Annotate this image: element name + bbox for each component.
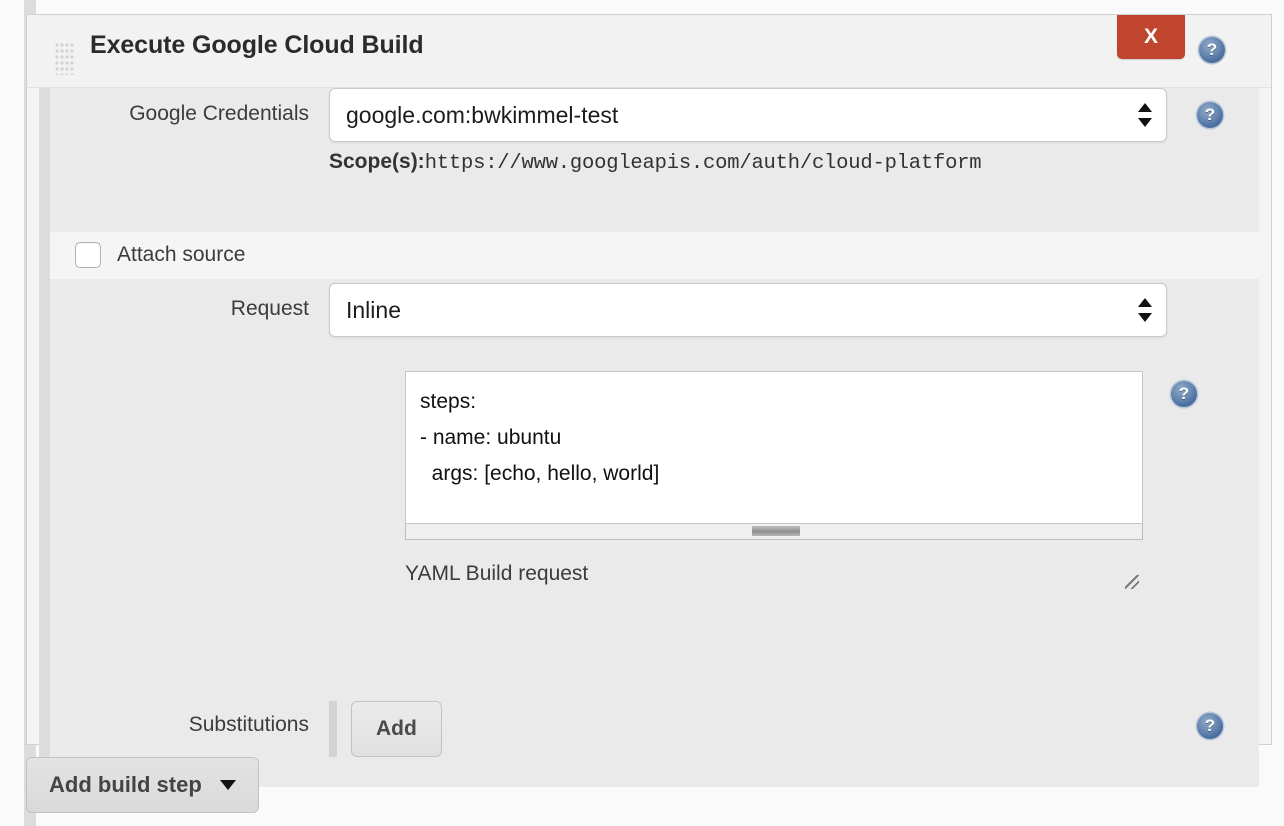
page-title: Execute Google Cloud Build [90,31,424,59]
yaml-request-caption: YAML Build request [405,562,589,585]
google-credentials-value: google.com:bwkimmel-test [346,102,619,128]
select-spinner-icon[interactable] [1138,101,1152,129]
yaml-request-textarea[interactable]: steps: - name: ubuntu args: [echo, hello… [405,371,1143,524]
label-google-credentials: Google Credentials [129,102,309,125]
close-button[interactable]: X [1117,15,1185,59]
build-step-rows: Google Credentials google.com:bwkimmel-t… [39,88,1259,787]
add-substitution-button[interactable]: Add [351,701,442,757]
request-value: Inline [346,297,401,323]
drag-handle-icon[interactable] [55,43,75,75]
request-select[interactable]: Inline [329,283,1167,337]
select-spinner-icon[interactable] [1138,296,1152,324]
label-request: Request [230,297,309,320]
scrollbar-thumb[interactable] [751,526,800,536]
row-request: Request Inline steps: - name: ubuntu arg… [39,279,1259,693]
request-body: Inline steps: - name: ubuntu args: [echo… [329,279,1197,592]
row-attach-source: Attach source [39,232,1259,279]
row-help-substitutions [1197,693,1259,739]
row-rail [39,232,50,279]
scope-line: Scope(s):https://www.googleapis.com/auth… [329,142,1197,191]
textarea-horizontal-scrollbar[interactable] [405,524,1143,540]
help-icon-request[interactable] [1171,381,1197,407]
attach-source-checkbox[interactable] [75,242,101,268]
google-credentials-select[interactable]: google.com:bwkimmel-test [329,88,1167,142]
substitutions-body: Add [329,693,1197,757]
attach-source-label: Attach source [117,243,246,266]
yaml-request-area: steps: - name: ubuntu args: [echo, hello… [405,371,1143,592]
row-rail [39,279,50,693]
build-step-panel: Execute Google Cloud Build Google Creden… [26,14,1272,787]
help-icon-substitutions[interactable] [1197,713,1223,739]
scope-label: Scope(s): [329,150,425,173]
chevron-down-icon [219,780,236,790]
help-icon-step[interactable] [1199,37,1225,63]
label-substitutions: Substitutions [188,713,309,736]
textarea-resize-handle[interactable] [1125,575,1139,589]
row-help-credentials [1197,88,1259,128]
row-rail [39,88,50,232]
row-help-request-spacer [1197,279,1259,293]
scope-url: https://www.googleapis.com/auth/cloud-pl… [424,152,982,175]
row-help-attach-source [1197,232,1259,246]
row-google-credentials: Google Credentials google.com:bwkimmel-t… [39,88,1259,232]
attach-source-body: Attach source [75,232,1197,278]
add-build-step-label: Add build step [49,772,202,797]
build-step-header: Execute Google Cloud Build [27,15,1271,88]
help-icon-credentials[interactable] [1197,102,1223,128]
add-build-step-button[interactable]: Add build step [26,757,259,813]
substitutions-rail [329,701,337,757]
google-credentials-body: google.com:bwkimmel-test Scope(s):https:… [329,88,1197,191]
